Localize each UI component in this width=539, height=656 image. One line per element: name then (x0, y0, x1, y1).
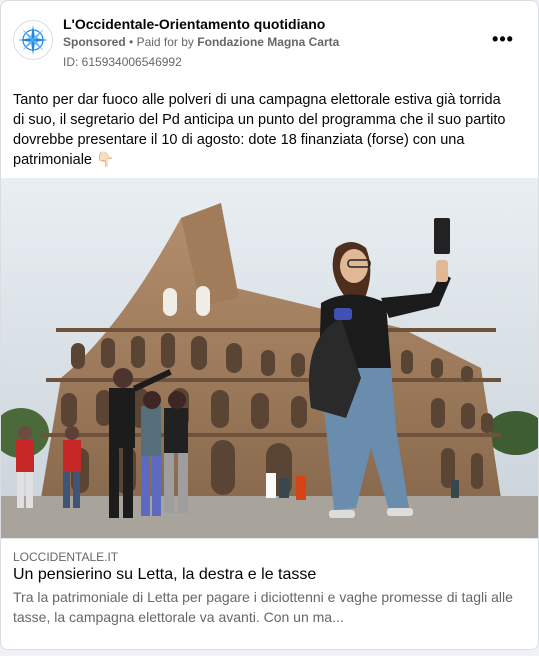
post-image[interactable] (1, 178, 538, 538)
ad-post-card: L'Occidentale-Orientamento quotidiano Sp… (0, 0, 539, 650)
page-name[interactable]: L'Occidentale-Orientamento quotidiano (63, 16, 325, 32)
post-header: L'Occidentale-Orientamento quotidiano Sp… (13, 15, 526, 71)
paid-for-prefix: Paid for by (136, 35, 194, 49)
link-domain: LOCCIDENTALE.IT (13, 550, 119, 564)
page-avatar[interactable] (13, 20, 53, 60)
payer-name[interactable]: Fondazione Magna Carta (197, 35, 339, 49)
post-body-text: Tanto per dar fuoco alle polveri di una … (13, 92, 506, 168)
compass-rose-logo-icon (18, 25, 48, 55)
more-options-button[interactable]: ••• (488, 27, 518, 51)
link-title[interactable]: Un pensierino su Letta, la destra e le t… (13, 566, 316, 584)
colosseum-selfie-photo (1, 178, 538, 538)
meta-separator: • (129, 35, 134, 49)
ad-id: ID: 615934006546992 (63, 55, 182, 69)
sponsored-label: Sponsored (63, 35, 126, 49)
link-description: Tra la patrimoniale di Letta per pagare … (13, 589, 513, 625)
sponsored-line: Sponsored • Paid for by Fondazione Magna… (63, 35, 339, 49)
link-preview[interactable]: LOCCIDENTALE.IT Un pensierino su Letta, … (1, 538, 538, 649)
